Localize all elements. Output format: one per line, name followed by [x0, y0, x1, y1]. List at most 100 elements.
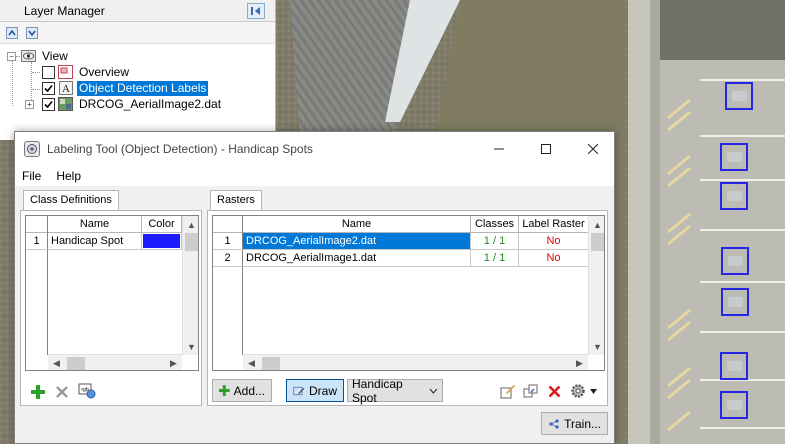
collapse-icon[interactable]: − [7, 51, 16, 61]
scroll-left-icon[interactable]: ◀ [243, 355, 260, 370]
settings-gear-icon[interactable] [570, 382, 600, 400]
collapse-up-icon[interactable] [6, 26, 18, 39]
labeling-tool-dialog: Labeling Tool (Object Detection) - Handi… [14, 131, 615, 444]
scroll-down-icon[interactable]: ▼ [183, 338, 198, 355]
scroll-right-icon[interactable]: ▶ [571, 355, 588, 370]
scroll-thumb[interactable] [67, 357, 85, 370]
handicap-spot-bbox[interactable] [721, 288, 749, 316]
handicap-spot-bbox[interactable] [721, 247, 749, 275]
train-label: Train... [564, 416, 601, 431]
minimize-button[interactable] [476, 132, 522, 166]
class-color-cell[interactable] [142, 233, 182, 250]
draw-label: Draw [308, 383, 337, 398]
class-color-swatch [143, 234, 180, 248]
menu-help[interactable]: Help [56, 168, 81, 184]
layer-manager-header: Layer Manager [0, 0, 275, 22]
raster-classes-cell[interactable]: 1 / 1 [471, 233, 519, 250]
eye-icon [21, 49, 36, 63]
scroll-thumb[interactable] [591, 233, 604, 251]
class-grid-hscroll[interactable]: ◀ ▶ [48, 354, 182, 370]
tree-label-overview: Overview [79, 64, 130, 79]
raster-name-cell[interactable]: DRCOG_AerialImage2.dat [243, 233, 471, 250]
scroll-down-icon[interactable]: ▼ [589, 338, 604, 355]
rasters-grid: Name Classes Label Raster 1 DRCOG_Aerial… [212, 215, 605, 371]
menu-file[interactable]: File [22, 168, 41, 184]
add-raster-button[interactable]: Add... [212, 379, 272, 402]
layer-tree: − View Overview A Object Detection Label… [0, 44, 275, 140]
scroll-right-icon[interactable]: ▶ [165, 355, 182, 370]
raster-label-raster-cell[interactable]: No [519, 233, 589, 250]
raster-row[interactable]: 2 DRCOG_AerialImage1.dat 1 / 1 No [213, 250, 589, 267]
class-select-value: Handicap Spot [352, 376, 403, 405]
tree-label-object-detection-labels: Object Detection Labels [77, 80, 209, 96]
tree-label-raster: DRCOG_AerialImage2.dat [79, 96, 222, 111]
column-header-name[interactable]: Name [243, 216, 471, 233]
object-detection-labels-checkbox[interactable] [42, 81, 55, 95]
edit-raster-icon[interactable] [499, 382, 517, 400]
class-name-cell[interactable]: Handicap Spot [48, 233, 142, 250]
tree-node-view[interactable]: − View [7, 48, 70, 64]
scroll-left-icon[interactable]: ◀ [48, 355, 65, 370]
import-classes-icon[interactable]: rgb [77, 382, 97, 400]
handicap-spot-bbox[interactable] [720, 143, 748, 171]
tab-rasters[interactable]: Rasters [210, 190, 262, 211]
raster-classes-cell[interactable]: 1 / 1 [471, 250, 519, 267]
add-raster-label: Add... [233, 383, 265, 398]
scroll-thumb[interactable] [185, 233, 198, 251]
chevron-down-icon [429, 388, 438, 394]
class-definitions-panel: Name Color 1 Handicap Spot ▲ ▼ ◀ ▶ rgb [20, 210, 202, 406]
expand-icon[interactable]: + [25, 99, 34, 109]
column-header-name[interactable]: Name [48, 216, 142, 233]
add-icon [219, 385, 230, 396]
overview-checkbox[interactable] [42, 65, 55, 79]
scroll-thumb[interactable] [262, 357, 280, 370]
handicap-spot-bbox[interactable] [720, 182, 748, 210]
tab-rasters-label: Rasters [217, 194, 255, 206]
tree-node-overview[interactable]: Overview [42, 64, 131, 80]
handicap-spot-bbox[interactable] [720, 352, 748, 380]
handicap-spot-bbox[interactable] [725, 82, 753, 110]
draw-button[interactable]: Draw [286, 379, 344, 402]
maximize-button[interactable] [523, 132, 569, 166]
remove-raster-icon[interactable] [545, 382, 563, 400]
scroll-up-icon[interactable]: ▲ [589, 216, 604, 233]
rasters-grid-vscroll[interactable]: ▲ ▼ [588, 216, 604, 355]
column-header-color[interactable]: Color [142, 216, 182, 233]
close-button[interactable] [570, 132, 616, 166]
svg-text:A: A [62, 83, 70, 95]
raster-row[interactable]: 1 DRCOG_AerialImage2.dat 1 / 1 No [213, 233, 589, 250]
dialog-menubar: File Help [15, 166, 614, 186]
handicap-spot-bbox[interactable] [720, 391, 748, 419]
rasters-grid-header: Name Classes Label Raster [213, 216, 604, 233]
layer-manager-panel: Layer Manager − View Overview A Object D… [0, 0, 276, 140]
rasters-grid-hscroll[interactable]: ◀ ▶ [243, 354, 588, 370]
tree-node-object-detection-labels[interactable]: A Object Detection Labels [42, 80, 209, 96]
raster-name-cell[interactable]: DRCOG_AerialImage1.dat [243, 250, 471, 267]
remove-class-icon[interactable] [53, 383, 71, 401]
row-number: 2 [213, 250, 243, 267]
train-button[interactable]: Train... [541, 412, 608, 435]
link-raster-icon[interactable] [522, 382, 540, 400]
class-select[interactable]: Handicap Spot [347, 376, 443, 405]
raster-label-raster-cell[interactable]: No [519, 250, 589, 267]
raster-checkbox[interactable] [42, 97, 55, 111]
expand-down-icon[interactable] [26, 26, 38, 39]
tree-label-view: View [42, 48, 68, 63]
class-row[interactable]: 1 Handicap Spot [26, 233, 183, 250]
draw-icon [293, 386, 305, 395]
tab-class-definitions-label: Class Definitions [30, 194, 112, 206]
pin-icon[interactable] [247, 3, 265, 19]
column-header-classes[interactable]: Classes [471, 216, 519, 233]
tab-class-definitions[interactable]: Class Definitions [23, 190, 119, 211]
scroll-up-icon[interactable]: ▲ [183, 216, 198, 233]
column-header-label-raster[interactable]: Label Raster [519, 216, 589, 233]
tree-node-raster[interactable]: + DRCOG_AerialImage2.dat [25, 96, 223, 112]
layer-manager-toolbar [0, 22, 275, 44]
class-grid-header: Name Color [26, 216, 198, 233]
labeling-tool-app-icon [24, 141, 40, 157]
class-definitions-grid: Name Color 1 Handicap Spot ▲ ▼ ◀ ▶ [25, 215, 199, 371]
class-grid-vscroll[interactable]: ▲ ▼ [182, 216, 198, 355]
dialog-titlebar: Labeling Tool (Object Detection) - Handi… [15, 132, 614, 166]
row-number: 1 [26, 233, 48, 250]
add-class-icon[interactable] [29, 383, 47, 401]
